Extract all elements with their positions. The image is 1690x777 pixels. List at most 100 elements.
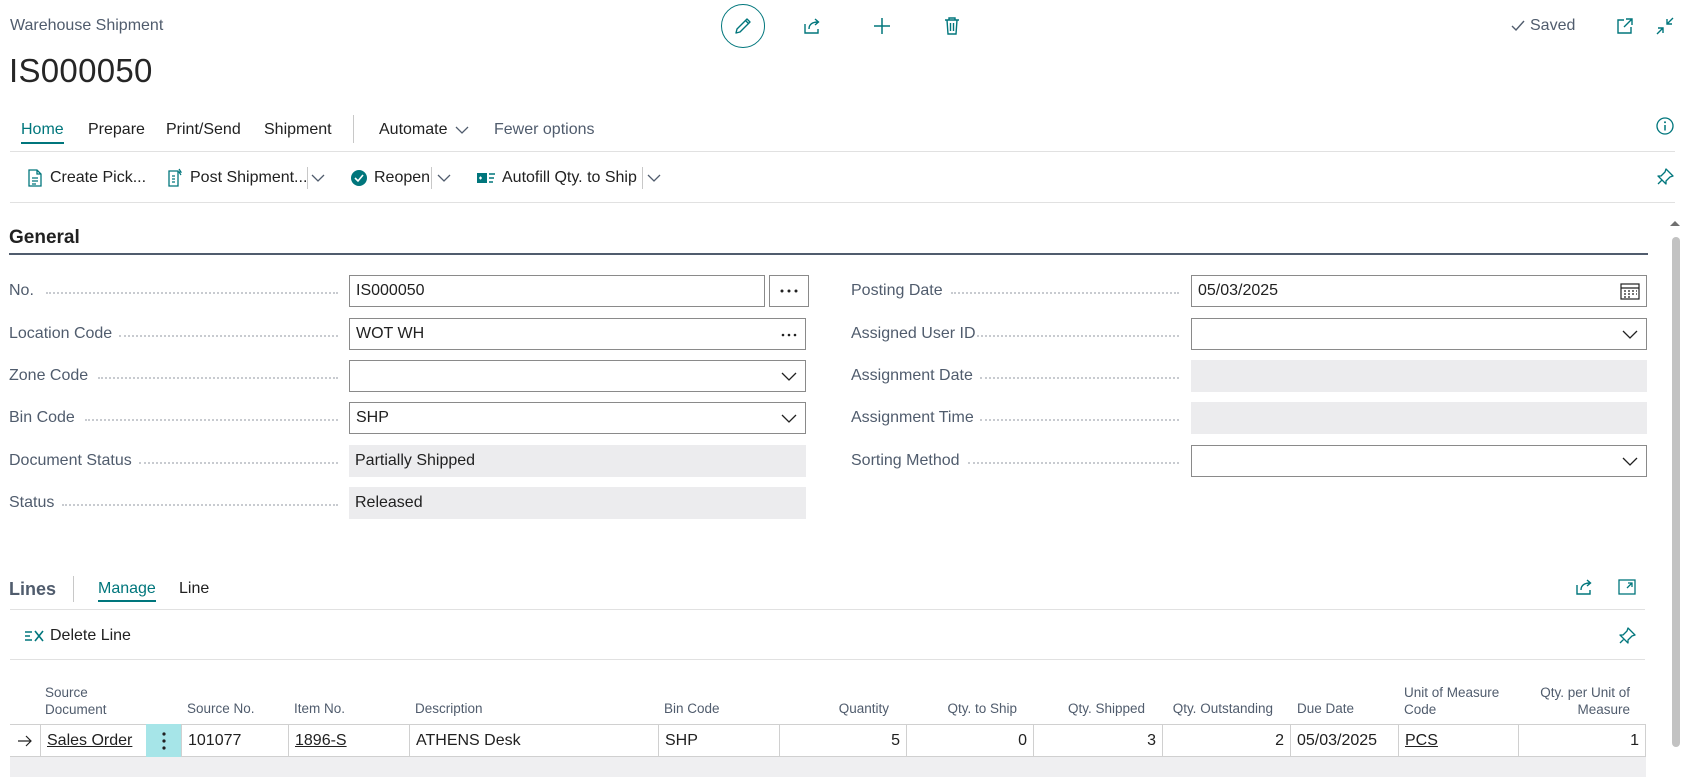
cell-quantity[interactable]: 5 xyxy=(779,724,906,757)
lines-title[interactable]: Lines xyxy=(9,579,56,600)
tab-home[interactable]: Home xyxy=(21,121,64,144)
dots-leader xyxy=(951,292,1179,294)
tab-prepare[interactable]: Prepare xyxy=(88,121,145,139)
cell-unit-of-measure[interactable]: PCS xyxy=(1398,724,1518,757)
fewer-options-link[interactable]: Fewer options xyxy=(494,121,595,139)
posting-date-field[interactable]: 05/03/2025 xyxy=(1191,275,1647,307)
dots-leader xyxy=(139,462,338,464)
chevron-down-icon xyxy=(437,174,451,182)
caret-up-icon xyxy=(1670,221,1680,226)
dots-leader xyxy=(968,462,1179,464)
vertical-scrollbar-thumb[interactable] xyxy=(1672,237,1680,747)
cell-bin-code[interactable]: SHP xyxy=(658,724,779,757)
chevron-down-icon xyxy=(311,174,325,182)
cell-due-date[interactable]: 05/03/2025 xyxy=(1290,724,1398,757)
row-indicator xyxy=(10,724,40,757)
col-qty-per-uom[interactable]: Qty. per Unit of Measure xyxy=(1510,684,1630,718)
lines-actions-divider xyxy=(10,659,1645,660)
collapse-button[interactable] xyxy=(1643,4,1687,48)
edit-button[interactable] xyxy=(721,4,765,48)
chevron-down-icon xyxy=(1622,330,1638,339)
pin-lines-actions-button[interactable] xyxy=(1610,619,1644,653)
col-source-document[interactable]: Source Document xyxy=(45,684,107,718)
lines-tab-manage[interactable]: Manage xyxy=(98,580,156,602)
col-item-no[interactable]: Item No. xyxy=(294,700,345,717)
ellipsis-icon[interactable] xyxy=(781,333,797,337)
empty-new-row[interactable] xyxy=(10,757,1646,777)
delete-button[interactable] xyxy=(930,4,974,48)
checkmark-icon xyxy=(1511,20,1525,32)
lines-share-button[interactable] xyxy=(1567,570,1601,604)
saved-label: Saved xyxy=(1530,17,1576,34)
cell-source-document[interactable]: Sales Order xyxy=(40,724,146,757)
assigned-user-id-field[interactable] xyxy=(1191,318,1647,350)
cell-qty-shipped[interactable]: 3 xyxy=(1033,724,1162,757)
uom-link[interactable]: PCS xyxy=(1405,732,1438,750)
delete-line-button[interactable]: Delete Line xyxy=(24,624,131,648)
lines-divider xyxy=(10,609,1645,610)
no-label: No. xyxy=(9,282,34,299)
row-actions-button[interactable] xyxy=(146,724,181,757)
cell-source-no[interactable]: 101077 xyxy=(181,724,288,757)
no-field[interactable]: IS000050 xyxy=(349,275,765,307)
new-button[interactable] xyxy=(860,4,904,48)
arrow-right-icon xyxy=(18,735,32,746)
col-description[interactable]: Description xyxy=(415,700,483,717)
autofill-qty-button[interactable]: Autofill Qty. to Ship xyxy=(476,166,637,190)
post-shipment-button[interactable]: Post Shipment... xyxy=(166,166,307,190)
col-unit-of-measure-code[interactable]: Unit of Measure Code xyxy=(1404,684,1499,718)
col-header-line: Unit of Measure xyxy=(1404,685,1500,700)
general-section-title[interactable]: General xyxy=(9,227,80,249)
no-assist-button[interactable] xyxy=(769,275,809,307)
pin-actions-button[interactable] xyxy=(1648,160,1682,194)
assigned-user-id-label: Assigned User ID xyxy=(851,325,976,342)
source-document-link[interactable]: Sales Order xyxy=(47,732,132,750)
cell-description[interactable]: ATHENS Desk xyxy=(409,724,658,757)
col-due-date[interactable]: Due Date xyxy=(1297,700,1354,717)
dots-leader xyxy=(980,377,1179,379)
lines-expand-button[interactable] xyxy=(1610,570,1644,604)
ribbon-divider xyxy=(10,202,1675,203)
info-button[interactable] xyxy=(1647,108,1683,144)
open-new-window-button[interactable] xyxy=(1603,4,1647,48)
dots-leader xyxy=(46,292,338,294)
tabs-divider xyxy=(10,151,1675,152)
create-pick-button[interactable]: Create Pick... xyxy=(26,166,146,190)
col-header-line: Qty. per Unit of xyxy=(1540,685,1630,700)
tab-automate-label: Automate xyxy=(379,121,448,138)
item-no-link[interactable]: 1896-S xyxy=(295,732,347,750)
bin-code-field[interactable]: SHP xyxy=(349,402,806,434)
col-qty-to-ship[interactable]: Qty. to Ship xyxy=(910,700,1017,717)
reopen-dropdown[interactable] xyxy=(433,166,455,190)
status-field: Released xyxy=(349,487,806,519)
col-qty-outstanding[interactable]: Qty. Outstanding xyxy=(1160,700,1273,717)
calendar-icon[interactable] xyxy=(1620,282,1640,300)
cell-qty-to-ship[interactable]: 0 xyxy=(906,724,1033,757)
post-shipment-dropdown[interactable] xyxy=(307,166,329,190)
lines-tab-line[interactable]: Line xyxy=(179,580,209,598)
tab-shipment[interactable]: Shipment xyxy=(264,121,332,139)
status-label: Status xyxy=(9,494,55,511)
col-source-no[interactable]: Source No. xyxy=(187,700,255,717)
reopen-button[interactable]: Reopen xyxy=(350,166,430,190)
tab-print-send[interactable]: Print/Send xyxy=(166,121,241,139)
scroll-up-arrow[interactable] xyxy=(1669,219,1681,227)
document-status-label: Document Status xyxy=(9,452,132,469)
cell-qty-per-uom[interactable]: 1 xyxy=(1518,724,1646,757)
col-header-line: Document xyxy=(45,702,107,717)
col-quantity[interactable]: Quantity xyxy=(790,700,889,717)
share-button[interactable] xyxy=(790,4,834,48)
autofill-dropdown[interactable] xyxy=(643,166,665,190)
col-bin-code[interactable]: Bin Code xyxy=(664,700,720,717)
location-code-field[interactable]: WOT WH xyxy=(349,318,806,350)
cell-item-no[interactable]: 1896-S xyxy=(288,724,409,757)
sorting-method-field[interactable] xyxy=(1191,445,1647,477)
autofill-label: Autofill Qty. to Ship xyxy=(502,169,637,186)
sorting-method-label: Sorting Method xyxy=(851,452,960,469)
col-qty-shipped[interactable]: Qty. Shipped xyxy=(1040,700,1145,717)
zone-code-field[interactable] xyxy=(349,360,806,392)
cell-qty-outstanding[interactable]: 2 xyxy=(1162,724,1290,757)
tab-automate[interactable]: Automate xyxy=(379,121,469,139)
dots-leader xyxy=(980,419,1179,421)
posting-date-value: 05/03/2025 xyxy=(1198,282,1279,299)
